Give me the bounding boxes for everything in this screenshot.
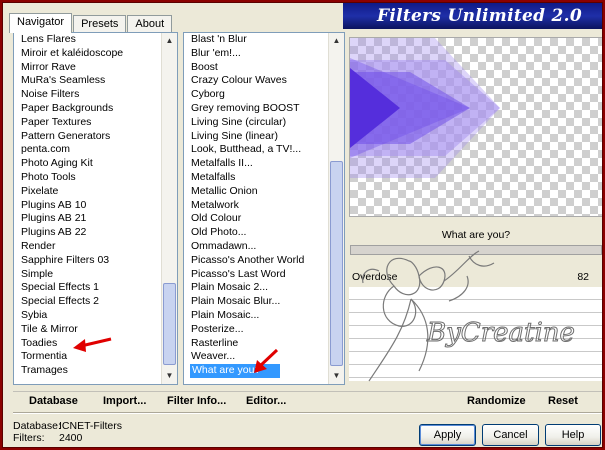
filter-info-button[interactable]: Filter Info... bbox=[167, 395, 226, 407]
list-item[interactable]: Plugins AB 21 bbox=[14, 212, 161, 226]
list-item[interactable]: Plain Mosaic Blur... bbox=[184, 295, 328, 309]
list-item[interactable]: Pixelate bbox=[14, 185, 161, 199]
scroll-down-icon[interactable]: ▼ bbox=[329, 368, 344, 384]
list-item[interactable]: Miroir et kaléidoscope bbox=[14, 47, 161, 61]
list-item[interactable]: Picasso's Last Word bbox=[184, 268, 328, 282]
category-scrollbar[interactable]: ▲ ▼ bbox=[161, 33, 177, 384]
filter-list[interactable]: Blast 'n Blur Blur 'em!... Boost Crazy Colo… bbox=[183, 32, 345, 385]
list-item[interactable]: Blast 'n Blur bbox=[184, 33, 328, 47]
list-item[interactable]: Metalwork bbox=[184, 199, 328, 213]
list-item[interactable]: Cyborg bbox=[184, 88, 328, 102]
list-item[interactable]: Render bbox=[14, 240, 161, 254]
list-item[interactable]: Noise Filters bbox=[14, 88, 161, 102]
list-item[interactable]: Living Sine (circular) bbox=[184, 116, 328, 130]
param-value: 82 bbox=[577, 271, 589, 283]
filters-count: 2400 bbox=[59, 432, 83, 444]
tab-strip: Navigator Presets About bbox=[9, 13, 173, 33]
list-item[interactable]: Blur 'em!... bbox=[184, 47, 328, 61]
help-button[interactable]: Help bbox=[545, 424, 601, 446]
cancel-button[interactable]: Cancel bbox=[482, 424, 539, 446]
parameter-slots bbox=[349, 287, 602, 381]
list-item[interactable]: Metallic Onion bbox=[184, 185, 328, 199]
list-item[interactable]: Photo Tools bbox=[14, 171, 161, 185]
scroll-up-icon[interactable]: ▲ bbox=[329, 33, 344, 49]
param-label: Overdose bbox=[352, 271, 398, 283]
database-value: ICNET-Filters bbox=[59, 420, 122, 432]
tab-about[interactable]: About bbox=[127, 15, 173, 33]
list-item[interactable]: Sapphire Filters 03 bbox=[14, 254, 161, 268]
list-item[interactable]: Photo Aging Kit bbox=[14, 157, 161, 171]
filter-scrollbar[interactable]: ▲ ▼ bbox=[328, 33, 344, 384]
divider bbox=[13, 412, 602, 414]
randomize-button[interactable]: Randomize bbox=[467, 395, 526, 407]
filter-items: Blast 'n Blur Blur 'em!... Boost Crazy Colo… bbox=[184, 33, 328, 378]
window-title: Filters Unlimited 2.0 bbox=[377, 6, 582, 26]
list-item[interactable]: Simple bbox=[14, 268, 161, 282]
list-item[interactable]: Special Effects 2 bbox=[14, 295, 161, 309]
preview-image bbox=[349, 37, 602, 217]
import-button[interactable]: Import... bbox=[103, 395, 146, 407]
list-item[interactable]: Plain Mosaic 2... bbox=[184, 281, 328, 295]
preview-divider-bar bbox=[350, 245, 602, 255]
database-info: Database: ICNET-Filters Filters: 2400 bbox=[13, 420, 122, 444]
list-item[interactable]: Paper Backgrounds bbox=[14, 102, 161, 116]
editor-button[interactable]: Editor... bbox=[246, 395, 286, 407]
tab-presets[interactable]: Presets bbox=[73, 15, 127, 33]
list-item[interactable]: Old Photo... bbox=[184, 226, 328, 240]
parameter-area: Overdose 82 bbox=[349, 265, 602, 385]
list-item[interactable]: Plain Mosaic... bbox=[184, 309, 328, 323]
list-item[interactable]: Picasso's Another World bbox=[184, 254, 328, 268]
list-item[interactable]: Metalfalls II... bbox=[184, 157, 328, 171]
scroll-down-icon[interactable]: ▼ bbox=[162, 368, 177, 384]
preview-shapes bbox=[350, 38, 500, 178]
tab-navigator[interactable]: Navigator bbox=[9, 13, 73, 33]
database-label: Database: bbox=[13, 420, 61, 432]
list-item[interactable]: Mirror Rave bbox=[14, 61, 161, 75]
list-item[interactable]: penta.com bbox=[14, 143, 161, 157]
database-button[interactable]: Database bbox=[29, 395, 78, 407]
list-item[interactable]: Paper Textures bbox=[14, 116, 161, 130]
list-item[interactable]: Look, Butthead, a TV!... bbox=[184, 143, 328, 157]
preview-filter-name: What are you? bbox=[441, 229, 511, 241]
param-overdose[interactable]: Overdose 82 bbox=[349, 269, 602, 285]
scroll-up-icon[interactable]: ▲ bbox=[162, 33, 177, 49]
reset-button[interactable]: Reset bbox=[548, 395, 578, 407]
list-item[interactable]: Sybia bbox=[14, 309, 161, 323]
apply-button[interactable]: Apply bbox=[419, 424, 476, 446]
list-item[interactable]: MuRa's Seamless bbox=[14, 74, 161, 88]
list-item[interactable]: Old Colour bbox=[184, 212, 328, 226]
list-item[interactable]: Crazy Colour Waves bbox=[184, 74, 328, 88]
list-item[interactable]: Tramages bbox=[14, 364, 161, 378]
red-arrow-icon bbox=[254, 348, 279, 373]
bottom-toolbar: Database Import... Filter Info... Editor… bbox=[13, 391, 602, 411]
list-item[interactable]: Living Sine (linear) bbox=[184, 130, 328, 144]
red-arrow-icon bbox=[73, 337, 112, 352]
filters-unlimited-window: Filters Unlimited 2.0 Navigator Presets … bbox=[2, 2, 603, 448]
list-item[interactable]: Grey removing BOOST bbox=[184, 102, 328, 116]
category-items: Lens Flares Miroir et kaléidoscope Mirror … bbox=[14, 33, 161, 378]
filters-label: Filters: bbox=[13, 432, 45, 444]
list-item[interactable]: Plugins AB 10 bbox=[14, 199, 161, 213]
list-item[interactable]: Plugins AB 22 bbox=[14, 226, 161, 240]
scroll-thumb[interactable] bbox=[163, 283, 176, 365]
list-item[interactable]: Ommadawn... bbox=[184, 240, 328, 254]
list-item[interactable]: Boost bbox=[184, 61, 328, 75]
list-item[interactable]: Lens Flares bbox=[14, 33, 161, 47]
scroll-thumb[interactable] bbox=[330, 161, 343, 366]
list-item[interactable]: Pattern Generators bbox=[14, 130, 161, 144]
list-item[interactable]: Special Effects 1 bbox=[14, 281, 161, 295]
list-item[interactable]: Metalfalls bbox=[184, 171, 328, 185]
title-bar: Filters Unlimited 2.0 bbox=[343, 3, 602, 29]
list-item[interactable]: Posterize... bbox=[184, 323, 328, 337]
